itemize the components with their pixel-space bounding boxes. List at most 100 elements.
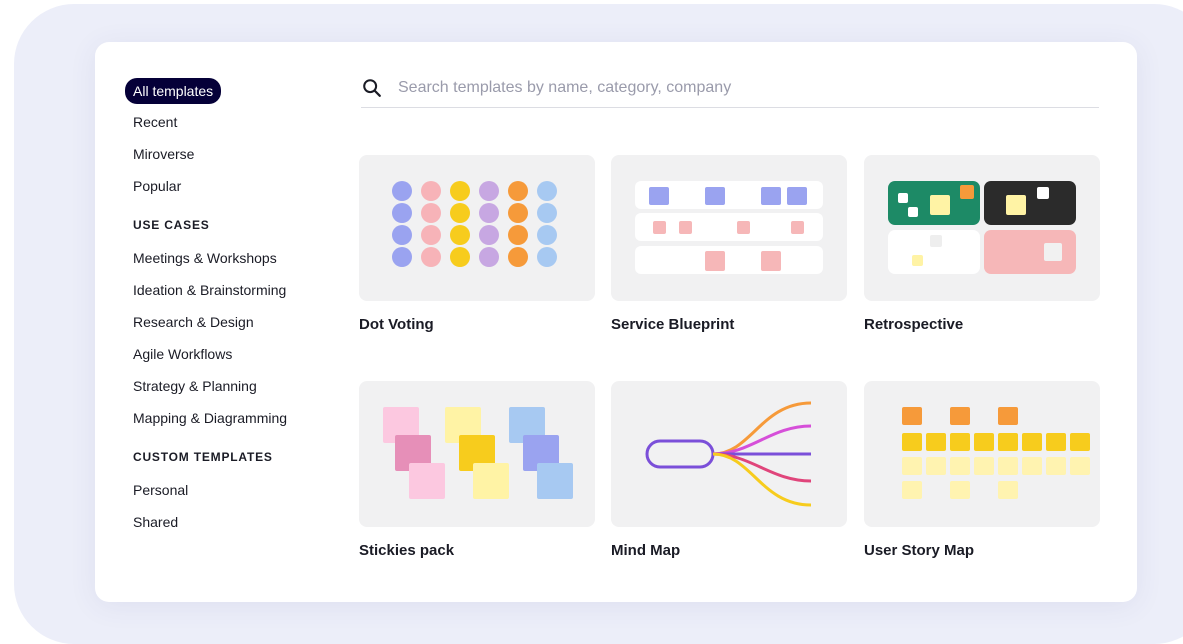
vote-dot: [537, 225, 557, 245]
retro-note: [898, 193, 908, 203]
vote-dot: [450, 203, 470, 223]
template-card-stickies-pack[interactable]: Stickies pack: [359, 381, 595, 559]
story-note: [926, 433, 946, 451]
mind-map-thumbnail: [611, 381, 847, 527]
search-input[interactable]: [396, 77, 1099, 98]
blueprint-note: [761, 187, 781, 205]
vote-dot: [537, 203, 557, 223]
retro-note: [912, 255, 923, 266]
retro-note: [908, 207, 918, 217]
template-card-user-story-map[interactable]: User Story Map: [864, 381, 1100, 559]
sidebar-item-shared[interactable]: Shared: [125, 510, 325, 534]
template-card-dot-voting[interactable]: Dot Voting: [359, 155, 595, 333]
sidebar-item-popular[interactable]: Popular: [125, 174, 325, 198]
vote-dot: [537, 181, 557, 201]
sidebar-item-mapping-diagramming[interactable]: Mapping & Diagramming: [125, 406, 325, 430]
retro-note: [1044, 243, 1062, 261]
vote-dot: [392, 225, 412, 245]
template-title: Retrospective: [864, 316, 964, 333]
story-note: [1046, 457, 1066, 475]
template-title: User Story Map: [864, 542, 975, 559]
stickies-pack-thumbnail: [359, 381, 595, 527]
story-note: [1022, 457, 1042, 475]
retro-note: [930, 195, 950, 215]
story-note: [974, 433, 994, 451]
blueprint-note: [791, 221, 804, 234]
retro-note: [1006, 195, 1026, 215]
sidebar-item-research-design[interactable]: Research & Design: [125, 310, 325, 334]
story-note: [998, 481, 1018, 499]
user-story-map-thumbnail: [864, 381, 1100, 527]
story-note: [902, 407, 922, 425]
retro-note: [930, 235, 942, 247]
story-note: [1046, 433, 1066, 451]
story-note: [950, 407, 970, 425]
sidebar-item-recent[interactable]: Recent: [125, 110, 325, 134]
vote-dot: [479, 203, 499, 223]
story-note: [902, 457, 922, 475]
vote-dot: [508, 203, 528, 223]
story-map-grid: [864, 381, 1100, 527]
custom-templates-heading: CUSTOM TEMPLATES: [133, 450, 273, 464]
vote-dot: [537, 247, 557, 267]
retrospective-thumbnail: [864, 155, 1100, 301]
vote-dot: [392, 181, 412, 201]
sidebar-item-personal[interactable]: Personal: [125, 478, 325, 502]
vote-dot: [508, 181, 528, 201]
blueprint-note: [653, 221, 666, 234]
sidebar-item-strategy-planning[interactable]: Strategy & Planning: [125, 374, 325, 398]
vote-dot: [508, 247, 528, 267]
sidebar-item-ideation-brainstorming[interactable]: Ideation & Brainstorming: [125, 278, 325, 302]
blueprint-note: [787, 187, 807, 205]
blueprint-note: [649, 187, 669, 205]
use-cases-heading: USE CASES: [133, 218, 210, 232]
story-note: [998, 407, 1018, 425]
blueprint-note: [679, 221, 692, 234]
template-card-retrospective[interactable]: Retrospective: [864, 155, 1100, 333]
sidebar-item-agile-workflows[interactable]: Agile Workflows: [125, 342, 325, 366]
story-note: [1022, 433, 1042, 451]
template-sidebar: All templates Recent Miroverse Popular U…: [125, 78, 325, 542]
blueprint-lane: [635, 246, 823, 274]
search-icon[interactable]: [361, 77, 383, 99]
story-note: [902, 481, 922, 499]
vote-dot: [450, 181, 470, 201]
vote-dot: [421, 225, 441, 245]
vote-dot: [421, 247, 441, 267]
story-note: [998, 457, 1018, 475]
retro-note: [1037, 187, 1049, 199]
vote-dot: [392, 203, 412, 223]
vote-dot: [450, 247, 470, 267]
sidebar-item-meetings-workshops[interactable]: Meetings & Workshops: [125, 246, 325, 270]
sidebar-item-miroverse[interactable]: Miroverse: [125, 142, 325, 166]
sticky-note: [537, 463, 573, 499]
story-note: [1070, 457, 1090, 475]
template-card-service-blueprint[interactable]: Service Blueprint: [611, 155, 847, 333]
vote-dot: [479, 247, 499, 267]
sticky-note: [473, 463, 509, 499]
template-title: Stickies pack: [359, 542, 455, 559]
template-title: Mind Map: [611, 542, 681, 559]
sticky-note: [409, 463, 445, 499]
blueprint-note: [737, 221, 750, 234]
service-blueprint-thumbnail: [611, 155, 847, 301]
vote-dot: [450, 225, 470, 245]
story-note: [950, 433, 970, 451]
story-note: [1070, 433, 1090, 451]
vote-dot: [421, 181, 441, 201]
mind-map-graphic: [645, 401, 812, 507]
template-title: Service Blueprint: [611, 316, 735, 333]
vote-dot: [479, 181, 499, 201]
story-note: [974, 457, 994, 475]
story-note: [950, 481, 970, 499]
vote-dot: [421, 203, 441, 223]
dot-voting-thumbnail: [359, 155, 595, 301]
story-note: [998, 433, 1018, 451]
template-picker-panel: All templates Recent Miroverse Popular U…: [95, 42, 1137, 602]
blueprint-note: [705, 187, 725, 205]
template-title: Dot Voting: [359, 316, 434, 333]
template-card-mind-map[interactable]: Mind Map: [611, 381, 847, 559]
vote-dot: [392, 247, 412, 267]
blueprint-note: [761, 251, 781, 271]
sidebar-item-all-templates[interactable]: All templates: [125, 78, 222, 104]
